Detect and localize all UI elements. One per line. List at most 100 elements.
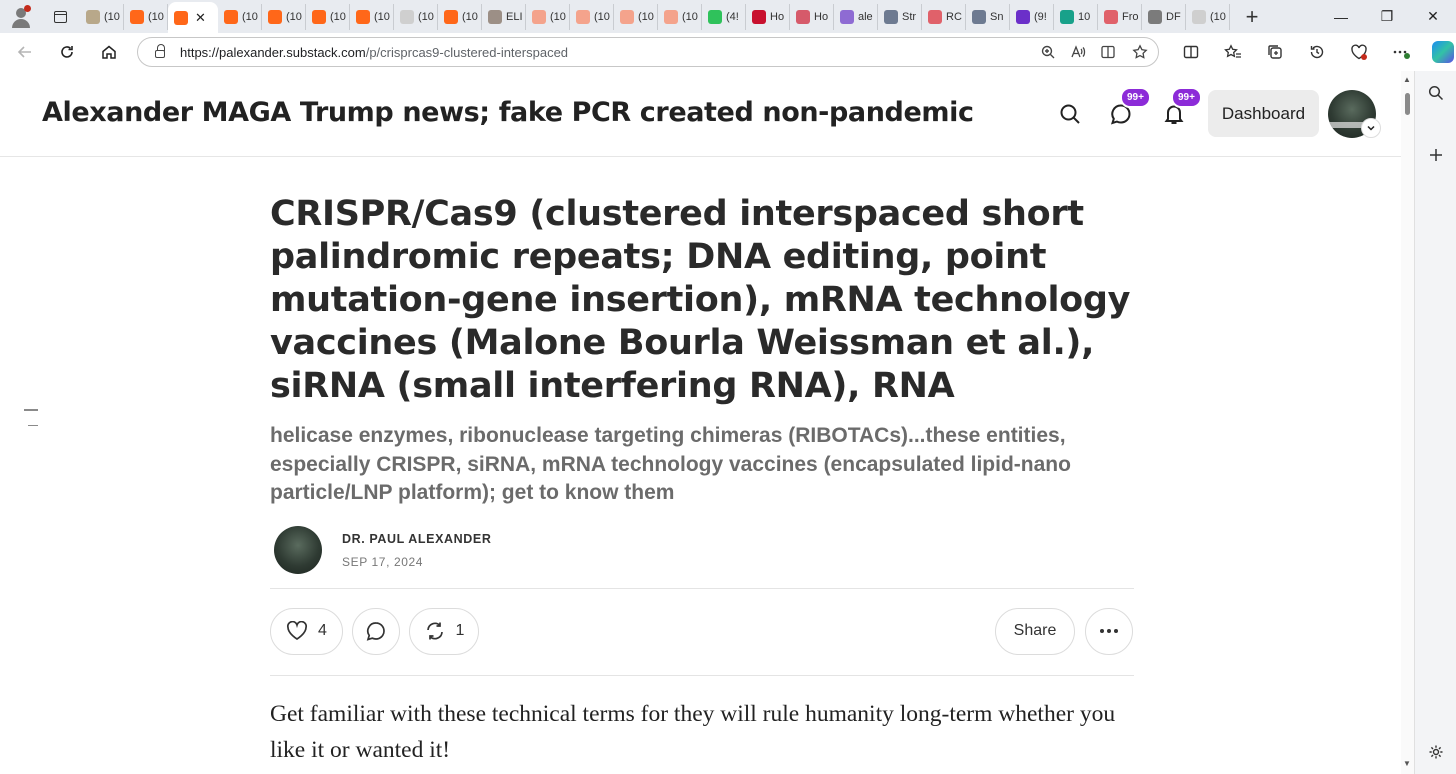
browser-tab[interactable]: Fro bbox=[1098, 3, 1142, 30]
more-options-button[interactable] bbox=[1085, 607, 1133, 655]
author-avatar[interactable] bbox=[274, 525, 322, 574]
author-name[interactable]: DR. PAUL ALEXANDER bbox=[342, 532, 491, 546]
url-text[interactable]: https://palexander.substack.com/p/crispr… bbox=[180, 45, 568, 60]
scroll-thumb[interactable] bbox=[1405, 93, 1410, 115]
sidebar-search-icon[interactable] bbox=[1415, 73, 1456, 113]
tab-favicon-icon bbox=[884, 9, 898, 24]
tab-favicon-icon bbox=[1192, 9, 1206, 24]
browser-tab[interactable]: (10 bbox=[262, 3, 306, 30]
page-scrollbar[interactable]: ▲ ▼ bbox=[1401, 71, 1414, 774]
browser-tab[interactable]: RC bbox=[922, 3, 966, 30]
comment-icon bbox=[366, 622, 385, 641]
publication-title[interactable]: Alexander MAGA Trump news; fake PCR crea… bbox=[42, 97, 974, 128]
browser-tab[interactable]: (10 bbox=[1186, 3, 1230, 30]
browser-tab[interactable]: Ho bbox=[746, 3, 790, 30]
post-date: SEP 17, 2024 bbox=[342, 554, 424, 569]
tab-label: (10 bbox=[418, 10, 434, 23]
browser-tab[interactable]: (10 bbox=[614, 3, 658, 30]
lock-icon[interactable] bbox=[146, 44, 174, 58]
tab-active[interactable]: ✕ bbox=[168, 2, 218, 33]
tab-label: (10 bbox=[462, 10, 478, 23]
restack-button[interactable]: 1 bbox=[409, 607, 479, 655]
chat-button[interactable]: 99+ bbox=[1104, 87, 1151, 131]
minimize-button[interactable]: — bbox=[1318, 0, 1364, 33]
tab-favicon-icon bbox=[1016, 9, 1030, 24]
table-of-contents-icon[interactable] bbox=[24, 409, 38, 440]
restore-button[interactable]: ❐ bbox=[1364, 0, 1410, 33]
history-icon[interactable] bbox=[1296, 37, 1338, 67]
browser-tab[interactable]: Sn bbox=[966, 3, 1010, 30]
tab-favicon-icon bbox=[928, 9, 942, 24]
tab-favicon-icon bbox=[1060, 9, 1074, 24]
browser-tab[interactable]: (10 bbox=[80, 3, 124, 30]
like-button[interactable]: 4 bbox=[270, 607, 343, 655]
browser-tab[interactable]: (10 bbox=[526, 3, 570, 30]
new-tab-button[interactable]: + bbox=[1238, 3, 1266, 31]
notifications-button[interactable]: 99+ bbox=[1157, 87, 1202, 131]
tab-label: Sn bbox=[990, 10, 1004, 23]
tab-favicon-icon bbox=[1104, 9, 1118, 24]
browser-tab[interactable]: (10 bbox=[394, 3, 438, 30]
read-aloud-icon[interactable] bbox=[1070, 44, 1086, 60]
browser-tab[interactable]: (4! bbox=[702, 3, 746, 30]
tab-favicon-icon bbox=[400, 9, 414, 24]
refresh-button[interactable] bbox=[50, 37, 84, 67]
browser-tab[interactable]: (9! bbox=[1010, 3, 1054, 30]
profile-icon[interactable] bbox=[8, 4, 34, 30]
tab-favicon-icon bbox=[312, 9, 326, 24]
sidebar-settings-icon[interactable] bbox=[1415, 732, 1456, 772]
browser-tab[interactable]: Ho bbox=[790, 3, 834, 30]
notifications-badge: 99+ bbox=[1171, 87, 1202, 108]
scroll-down-arrow-icon[interactable]: ▼ bbox=[1403, 759, 1411, 768]
browser-tab[interactable]: 10 bbox=[1054, 3, 1098, 30]
tab-actions-icon[interactable] bbox=[48, 5, 72, 29]
browser-tab-strip: (10 (10 ✕ (10 (10 (10 (10 (10 (10 ELI (10 (10 (10 (10… bbox=[0, 0, 1456, 33]
browser-tab[interactable]: DF bbox=[1142, 3, 1186, 30]
scroll-up-arrow-icon[interactable]: ▲ bbox=[1403, 75, 1411, 84]
share-button[interactable]: Share bbox=[995, 607, 1075, 655]
tab-favicon-icon bbox=[356, 9, 370, 24]
comment-button[interactable] bbox=[352, 607, 400, 655]
tab-favicon-icon bbox=[796, 9, 810, 24]
tab-label: (10 bbox=[682, 10, 698, 23]
home-button[interactable] bbox=[92, 37, 126, 67]
tab-favicon-icon bbox=[620, 9, 634, 24]
browser-tab[interactable]: ELI bbox=[482, 3, 526, 30]
browser-tab[interactable]: (10 bbox=[438, 3, 482, 30]
split-screen-icon[interactable] bbox=[1170, 37, 1212, 67]
browser-tab[interactable]: (10 bbox=[350, 3, 394, 30]
tab-favicon-icon bbox=[532, 9, 546, 24]
browser-tab[interactable]: (10 bbox=[658, 3, 702, 30]
tab-label: (10 bbox=[330, 10, 346, 23]
divider bbox=[270, 674, 1134, 676]
address-bar[interactable]: https://palexander.substack.com/p/crispr… bbox=[137, 37, 1159, 67]
tab-label: Fro bbox=[1122, 10, 1139, 23]
collections-icon[interactable] bbox=[1254, 37, 1296, 67]
sidebar-add-icon[interactable] bbox=[1415, 135, 1456, 175]
tab-label: (10 bbox=[550, 10, 566, 23]
settings-more-icon[interactable] bbox=[1380, 37, 1422, 67]
browser-tab[interactable]: (10 bbox=[218, 3, 262, 30]
search-button[interactable] bbox=[1053, 97, 1087, 131]
browser-tab[interactable]: (10 bbox=[124, 3, 168, 30]
back-arrow-icon bbox=[17, 46, 31, 58]
dashboard-button[interactable]: Dashboard bbox=[1208, 90, 1319, 137]
close-tab-icon[interactable]: ✕ bbox=[195, 10, 206, 26]
favorite-star-icon[interactable] bbox=[1132, 44, 1148, 60]
browser-tab[interactable]: (10 bbox=[306, 3, 350, 30]
copilot-icon[interactable] bbox=[1422, 37, 1456, 67]
home-icon bbox=[102, 45, 116, 59]
browser-essentials-icon[interactable] bbox=[1338, 37, 1380, 67]
favorites-icon[interactable] bbox=[1212, 37, 1254, 67]
like-count: 4 bbox=[318, 622, 327, 639]
tab-label: Ho bbox=[814, 10, 829, 23]
close-window-button[interactable]: ✕ bbox=[1410, 0, 1456, 33]
body-paragraph: Get familiar with these technical terms … bbox=[270, 700, 1116, 763]
chevron-down-icon[interactable] bbox=[1361, 118, 1381, 138]
browser-tab[interactable]: (10 bbox=[570, 3, 614, 30]
immersive-reader-icon[interactable] bbox=[1100, 44, 1118, 60]
back-button[interactable] bbox=[8, 37, 42, 67]
browser-tab[interactable]: Str bbox=[878, 3, 922, 30]
browser-tab[interactable]: ale bbox=[834, 3, 878, 30]
zoom-icon[interactable] bbox=[1040, 44, 1056, 60]
